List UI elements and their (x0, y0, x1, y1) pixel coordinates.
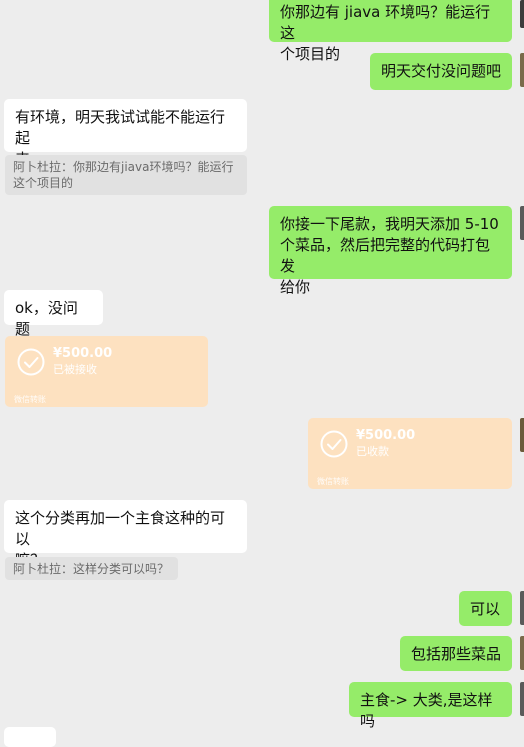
avatar[interactable] (520, 591, 524, 625)
quoted-message[interactable]: 阿卜杜拉：这样分类可以吗？ (5, 557, 178, 580)
outgoing-message[interactable]: 你那边有 jiava 环境吗？能运行这 个项目的 (269, 0, 512, 63)
incoming-message[interactable]: ok，没问题 (4, 290, 103, 338)
check-circle-icon (17, 348, 45, 376)
avatar[interactable] (520, 53, 524, 87)
outgoing-message[interactable]: 你接一下尾款，我明天添加 5-10 个菜品，然后把完整的代码打包发 给你 (269, 206, 512, 296)
transfer-status: 已收款 (356, 445, 389, 458)
avatar[interactable] (520, 418, 524, 452)
quoted-message[interactable]: 阿卜杜拉：你那边有jiava环境吗？能运行 这个项目的 (5, 155, 247, 195)
outgoing-message[interactable]: 可以 (459, 591, 512, 626)
transfer-footer: 微信转账 (317, 477, 349, 486)
incoming-message[interactable]: 这个分类再加一个主食这种的可以 嘛？ (4, 500, 247, 569)
transfer-card[interactable]: ¥500.00 已收款 微信转账 (308, 418, 512, 489)
outgoing-message[interactable]: 主食-> 大类,是这样吗 (349, 682, 512, 730)
incoming-message[interactable]: 有环境，明天我试试能不能运行起 来 (4, 99, 247, 168)
avatar[interactable] (520, 636, 524, 670)
outgoing-message[interactable]: 明天交付没问题吧 (370, 53, 512, 90)
transfer-footer: 微信转账 (14, 395, 46, 404)
avatar[interactable] (520, 682, 524, 716)
outgoing-message[interactable]: 包括那些菜品 (400, 636, 512, 671)
incoming-message[interactable] (4, 727, 56, 747)
transfer-status: 已被接收 (53, 363, 97, 376)
avatar[interactable] (520, 0, 524, 28)
transfer-amount: ¥500.00 (53, 346, 113, 361)
check-circle-icon (320, 430, 348, 458)
avatar[interactable] (520, 206, 524, 240)
transfer-card[interactable]: ¥500.00 已被接收 微信转账 (5, 336, 208, 407)
transfer-amount: ¥500.00 (356, 428, 416, 443)
